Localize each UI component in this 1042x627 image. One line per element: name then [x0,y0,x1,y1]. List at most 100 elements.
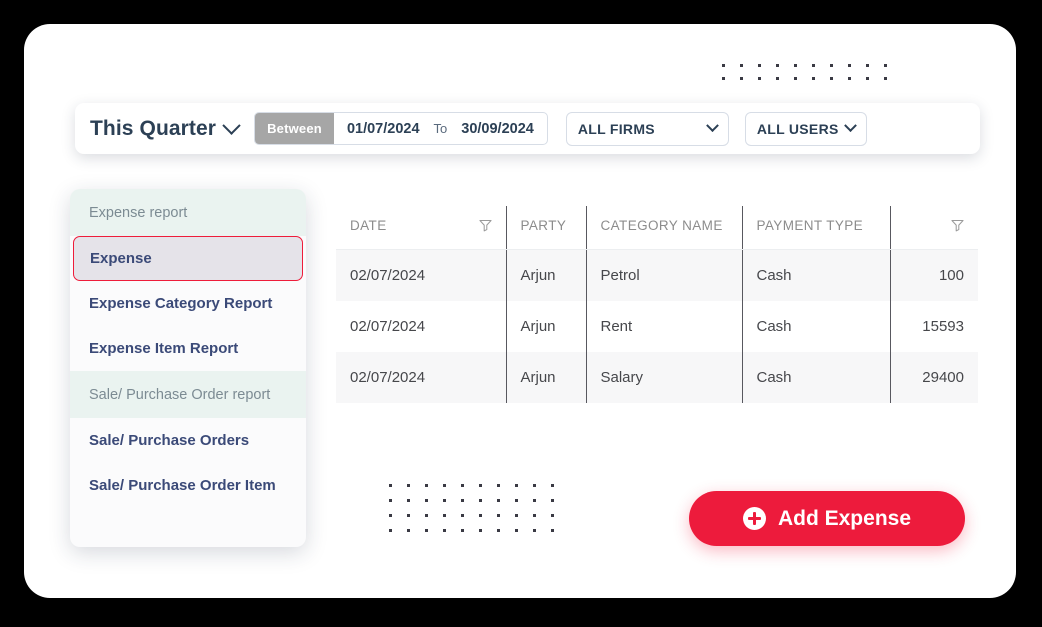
chevron-down-icon [222,116,241,135]
cell-date: 02/07/2024 [336,249,506,301]
date-range-control: Between 01/07/2024 To 30/09/2024 [254,112,548,145]
report-menu-panel: Expense report Expense Expense Category Re… [70,189,306,547]
cell-party: Arjun [505,301,586,352]
period-selector[interactable]: This Quarter [90,116,241,141]
decorative-dot [776,64,779,67]
decorative-dot [479,484,482,487]
decorative-dot [722,77,725,80]
sidebar-item-expense-category-report[interactable]: Expense Category Report [70,281,306,326]
decorative-dot [758,77,761,80]
decorative-dot-grid-top [722,64,902,90]
decorative-dot-grid-middle [389,484,569,544]
decorative-dot [866,77,869,80]
decorative-dot [407,499,410,502]
add-expense-button[interactable]: Add Expense [689,491,965,546]
decorative-dot [461,514,464,517]
table-body: 02/07/2024 Arjun Petrol Cash 100 02/07/2024 Ar… [336,249,978,403]
screen: This Quarter Between 01/07/2024 To 30/09… [0,0,1042,627]
cell-party: Arjun [505,352,586,403]
decorative-dot [551,499,554,502]
decorative-dot [443,499,446,502]
decorative-dot [497,499,500,502]
sidebar-section-header: Sale/ Purchase Order report [70,371,306,418]
sidebar-section-header: Expense report [70,189,306,236]
date-to-field[interactable]: 30/09/2024 [448,121,547,137]
users-dropdown-label: ALL USERS [756,120,839,137]
decorative-dot [389,499,392,502]
column-header-label: CATEGORY NAME [600,218,723,233]
column-header-category-name: CATEGORY NAME [585,206,742,250]
sidebar-item-expense[interactable]: Expense [73,236,303,281]
column-header-date: DATE [336,206,506,250]
date-to-label: To [433,121,448,136]
filter-funnel-icon[interactable] [951,219,964,232]
decorative-dot [497,484,500,487]
decorative-dot [551,514,554,517]
decorative-dot [533,484,536,487]
column-header-label: PARTY [520,218,567,233]
cell-amount: 100 [889,249,978,301]
decorative-dot [407,484,410,487]
decorative-dot [389,529,392,532]
column-header-actions [889,206,978,250]
table-row[interactable]: 02/07/2024 Arjun Salary Cash 29400 [336,352,978,403]
decorative-dot [425,499,428,502]
filter-funnel-icon[interactable] [478,219,492,232]
decorative-dot [497,529,500,532]
table-row[interactable]: 02/07/2024 Arjun Petrol Cash 100 [336,249,978,301]
decorative-dot [515,514,518,517]
plus-circle-icon [742,507,766,530]
sidebar-item-sale-purchase-orders[interactable]: Sale/ Purchase Orders [70,418,306,463]
between-badge[interactable]: Between [255,113,334,144]
decorative-dot [812,77,815,80]
sidebar-item-expense-item-report[interactable]: Expense Item Report [70,326,306,371]
decorative-dot [551,484,554,487]
column-header-label: PAYMENT TYPE [756,218,864,233]
cell-party: Arjun [505,249,586,301]
decorative-dot [884,77,887,80]
column-header-label: DATE [350,218,387,233]
filter-toolbar: This Quarter Between 01/07/2024 To 30/09… [75,103,980,154]
cell-payment-type: Cash [741,352,890,403]
decorative-dot [533,529,536,532]
decorative-dot [533,499,536,502]
cell-payment-type: Cash [741,249,890,301]
column-header-payment-type: PAYMENT TYPE [741,206,890,250]
decorative-dot [776,77,779,80]
decorative-dot [848,77,851,80]
cell-payment-type: Cash [741,301,890,352]
decorative-dot [443,484,446,487]
chevron-down-icon [843,119,857,133]
chevron-down-icon [705,119,719,133]
decorative-dot [758,64,761,67]
decorative-dot [389,514,392,517]
sidebar-item-sale-purchase-order-item[interactable]: Sale/ Purchase Order Item [70,463,306,508]
cell-date: 02/07/2024 [336,352,506,403]
decorative-dot [794,77,797,80]
decorative-dot [407,514,410,517]
decorative-dot [551,529,554,532]
cell-date: 02/07/2024 [336,301,506,352]
cell-amount: 29400 [889,352,978,403]
decorative-dot [461,529,464,532]
add-expense-button-label: Add Expense [777,506,912,530]
decorative-dot [479,529,482,532]
users-dropdown[interactable]: ALL USERS [744,111,867,146]
cell-category: Rent [585,301,742,352]
cell-category: Salary [585,352,742,403]
decorative-dot [830,64,833,67]
decorative-dot [533,514,536,517]
cell-category: Petrol [585,249,742,301]
decorative-dot [389,484,392,487]
decorative-dot [812,64,815,67]
decorative-dot [497,514,500,517]
firms-dropdown[interactable]: ALL FIRMS [565,111,729,146]
decorative-dot [515,499,518,502]
decorative-dot [443,514,446,517]
table-row[interactable]: 02/07/2024 Arjun Rent Cash 15593 [336,301,978,352]
decorative-dot [425,484,428,487]
decorative-dot [425,514,428,517]
decorative-dot [515,529,518,532]
decorative-dot [794,64,797,67]
date-from-field[interactable]: 01/07/2024 [334,121,433,137]
